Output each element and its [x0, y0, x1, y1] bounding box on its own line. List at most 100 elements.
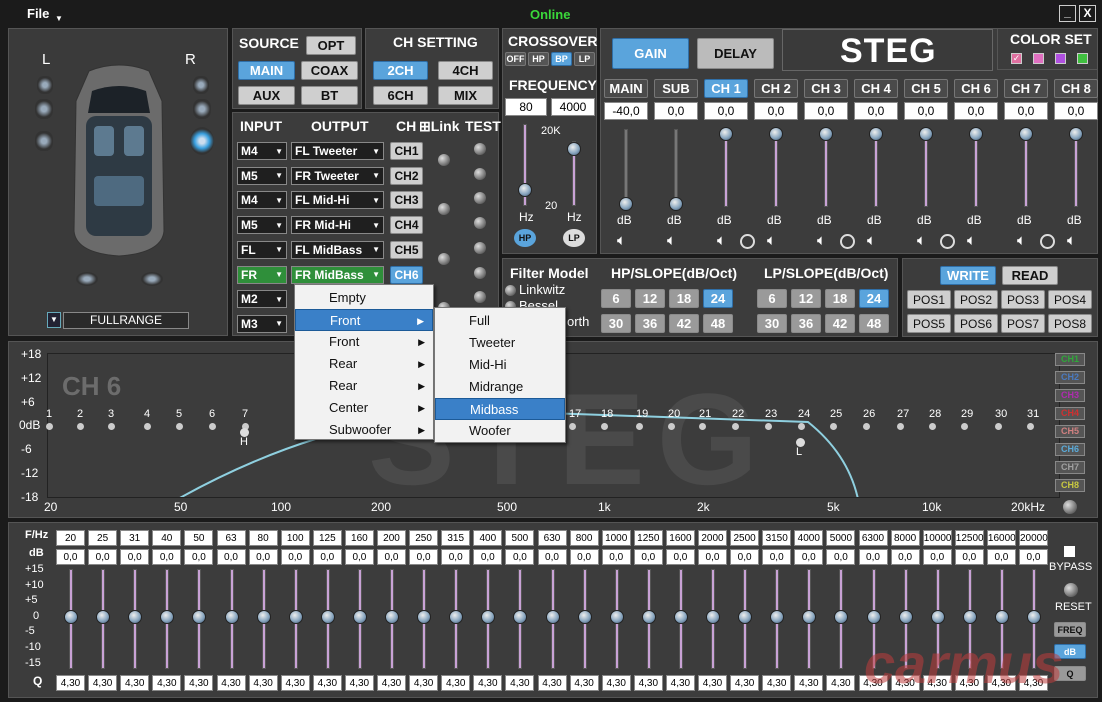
gain-value-input[interactable]: 0,0 — [754, 102, 798, 120]
source-opt-button[interactable]: OPT — [306, 36, 356, 55]
speaker-rr-icon[interactable] — [141, 272, 163, 286]
output-submenu-item[interactable]: Mid-Hi — [435, 354, 565, 376]
crossover-off-button[interactable]: OFF — [505, 52, 526, 66]
eq-gain-input[interactable]: 0,0 — [665, 549, 695, 565]
band-point[interactable] — [77, 423, 84, 430]
lp-slope-button[interactable]: 18 — [825, 289, 855, 308]
output-menu-item[interactable]: Front ▶ — [295, 331, 433, 353]
channel-button[interactable]: CH4 — [390, 216, 423, 235]
channel-tab[interactable]: CH 2 — [754, 79, 798, 98]
output-select[interactable]: FL Mid-Hi ▼ — [291, 191, 384, 210]
eq-q-input[interactable]: 4,30 — [120, 675, 150, 691]
source-aux-button[interactable]: AUX — [238, 86, 295, 105]
channel-legend-button[interactable]: CH8 — [1055, 479, 1085, 492]
hp-slope-button[interactable]: 30 — [601, 314, 631, 333]
eq-slider-knob[interactable] — [64, 610, 78, 624]
eq-gain-input[interactable]: 0,0 — [698, 549, 727, 565]
phase-toggle[interactable] — [940, 234, 955, 249]
eq-slider-knob[interactable] — [449, 610, 464, 624]
link-toggle[interactable] — [438, 203, 450, 216]
output-menu-item[interactable]: Rear ▶ — [295, 353, 433, 375]
eq-slider-knob[interactable] — [256, 610, 271, 624]
gain-slider-knob[interactable] — [769, 127, 783, 141]
eq-slider-knob[interactable] — [96, 610, 111, 624]
hp-slope-button[interactable]: 42 — [669, 314, 699, 333]
crossover-hp-button[interactable]: HP — [528, 52, 549, 66]
band-point[interactable] — [176, 423, 183, 430]
source-main-button[interactable]: MAIN — [238, 61, 295, 80]
ch-setting-2ch-button[interactable]: 2CH — [373, 61, 428, 80]
output-submenu-item[interactable]: Full — [435, 310, 565, 332]
eq-gain-input[interactable]: 0,0 — [377, 549, 406, 565]
input-select[interactable]: FR ▼ — [237, 265, 287, 284]
eq-freq-input[interactable]: 125 — [312, 530, 342, 546]
hp-marker[interactable] — [240, 428, 249, 437]
eq-slider-knob[interactable] — [770, 610, 785, 624]
eq-gain-input[interactable]: 0,0 — [954, 549, 984, 565]
hp-slope-button[interactable]: 12 — [635, 289, 665, 308]
band-point[interactable] — [209, 423, 216, 430]
speaker-mute-icon[interactable]: 🔈︎ — [917, 232, 926, 249]
eq-slider-knob[interactable] — [609, 610, 624, 624]
eq-freq-input[interactable]: 20000 — [1019, 530, 1048, 546]
eq-gain-input[interactable]: 0,0 — [505, 549, 535, 565]
eq-gain-input[interactable]: 0,0 — [248, 549, 278, 565]
eq-q-input[interactable]: 4,30 — [344, 675, 374, 691]
hp-frequency-input[interactable]: 80 — [505, 98, 547, 116]
eq-freq-input[interactable]: 1000 — [601, 530, 631, 546]
output-submenu-item[interactable]: Tweeter — [435, 332, 565, 354]
channel-legend-button[interactable]: CH7 — [1055, 461, 1085, 474]
eq-slider-knob[interactable] — [641, 610, 656, 624]
eq-q-input[interactable]: 4,30 — [280, 675, 310, 691]
channel-button[interactable]: CH1 — [390, 142, 423, 160]
channel-legend-button[interactable]: CH1 — [1055, 353, 1085, 366]
pos-button[interactable]: POS7 — [1001, 314, 1045, 333]
lp-slope-button[interactable]: 30 — [757, 314, 787, 333]
channel-legend-button[interactable]: CH4 — [1055, 407, 1085, 420]
eq-freq-input[interactable]: 8000 — [890, 530, 920, 546]
eq-slider-knob[interactable] — [834, 610, 849, 624]
band-point[interactable] — [929, 423, 936, 430]
test-toggle[interactable] — [474, 291, 486, 304]
eq-q-input[interactable]: 4,30 — [762, 675, 792, 691]
eq-slider-knob[interactable] — [481, 610, 496, 624]
eq-q-input[interactable]: 4,30 — [216, 675, 246, 691]
lp-slider-knob[interactable] — [567, 142, 581, 156]
speaker-fl-mid-icon[interactable] — [35, 99, 53, 119]
lp-marker[interactable] — [796, 438, 805, 447]
crossover-bp-button[interactable]: BP — [551, 52, 572, 66]
hp-slope-button[interactable]: 48 — [703, 314, 733, 333]
eq-slider-knob[interactable] — [288, 610, 303, 624]
ch-setting-4ch-button[interactable]: 4CH — [438, 61, 493, 80]
lp-slope-button[interactable]: 36 — [791, 314, 821, 333]
file-dropdown-icon[interactable]: ▼ — [55, 14, 63, 23]
eq-freq-input[interactable]: 5000 — [826, 530, 856, 546]
lp-slope-button[interactable]: 42 — [825, 314, 855, 333]
color-swatch-4[interactable] — [1077, 53, 1088, 64]
band-point[interactable] — [830, 423, 837, 430]
eq-gain-input[interactable]: 0,0 — [730, 549, 760, 565]
output-select[interactable]: FL MidBass ▼ — [291, 240, 384, 259]
gain-value-input[interactable]: 0,0 — [1054, 102, 1098, 120]
output-menu-item[interactable]: Subwoofer ▶ — [295, 419, 433, 441]
eq-gain-input[interactable]: 0,0 — [1019, 549, 1048, 565]
eq-q-input[interactable]: 4,30 — [569, 675, 599, 691]
eq-freq-input[interactable]: 200 — [377, 530, 406, 546]
eq-q-input[interactable]: 4,30 — [377, 675, 406, 691]
speaker-mute-icon[interactable]: 🔈︎ — [617, 232, 626, 249]
channel-tab[interactable]: CH 5 — [904, 79, 948, 98]
pos-button[interactable]: POS2 — [954, 290, 998, 309]
eq-freq-input[interactable]: 3150 — [762, 530, 792, 546]
gain-slider-track[interactable] — [624, 129, 628, 207]
gain-value-input[interactable]: 0,0 — [954, 102, 998, 120]
file-menu[interactable]: File — [27, 6, 49, 21]
eq-slider-knob[interactable] — [1027, 610, 1041, 624]
eq-slider-knob[interactable] — [930, 610, 945, 624]
eq-freq-input[interactable]: 250 — [409, 530, 439, 546]
output-menu-item[interactable]: Rear ▶ — [295, 375, 433, 397]
write-button[interactable]: WRITE — [940, 266, 996, 285]
eq-gain-input[interactable]: 0,0 — [794, 549, 824, 565]
gain-slider-track[interactable] — [674, 129, 678, 207]
eq-slider-knob[interactable] — [577, 610, 592, 624]
channel-legend-button[interactable]: CH5 — [1055, 425, 1085, 438]
